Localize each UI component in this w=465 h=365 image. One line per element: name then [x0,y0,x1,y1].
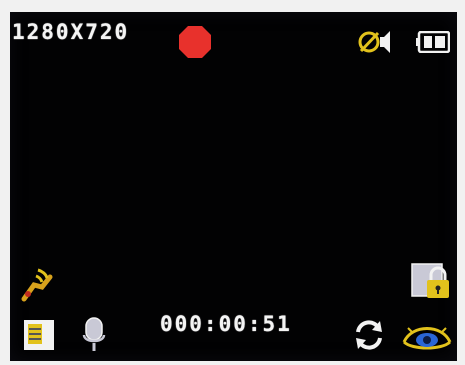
resolution-label: 1280X720 [12,20,130,44]
battery-icon [416,31,450,53]
microphone-icon [82,317,106,353]
recording-time-label: 000:00:51 [160,312,292,336]
eye-icon [402,318,452,352]
motion-detect-icon [20,265,56,303]
file-lock-icon [411,262,451,302]
speaker-muted-icon [358,27,394,57]
record-dot-icon [178,25,212,59]
camera-osd-screen [10,12,457,361]
loop-recording-icon [352,318,386,352]
sd-card-icon [22,318,56,352]
